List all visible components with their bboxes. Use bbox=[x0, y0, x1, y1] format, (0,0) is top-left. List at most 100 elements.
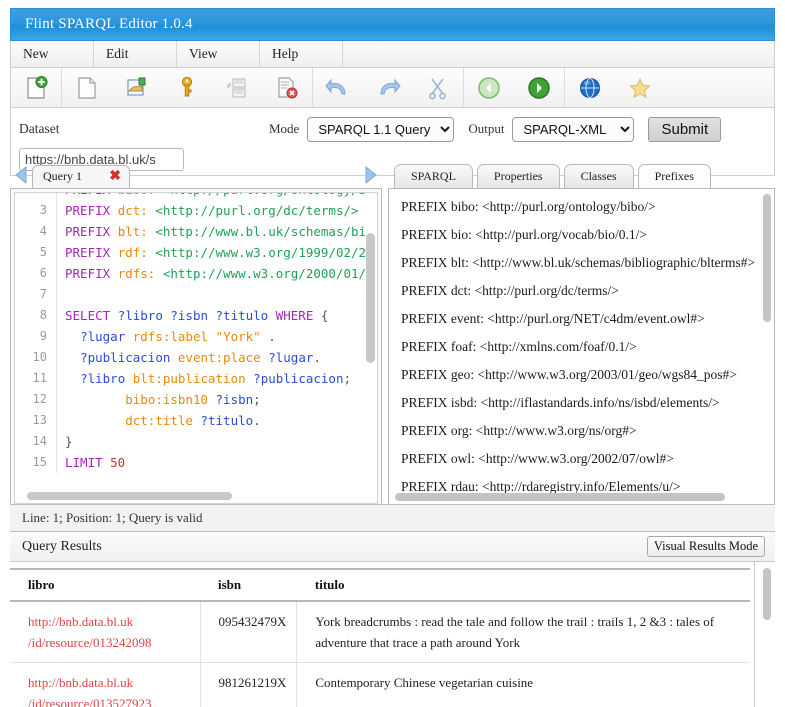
code-token: ?lugar bbox=[80, 329, 133, 344]
code-line-text[interactable]: PREFIX rdfs: <http://www.w3.org/2000/01/ bbox=[57, 263, 366, 284]
query-tab-label: Query 1 bbox=[43, 169, 82, 184]
code-token: PREFIX bbox=[65, 245, 118, 260]
dataset-label: Dataset bbox=[19, 121, 269, 137]
line-number: 13 bbox=[15, 410, 57, 431]
close-icon[interactable]: ✖ bbox=[109, 170, 121, 184]
code-token bbox=[65, 413, 125, 428]
code-token: event:place bbox=[178, 350, 268, 365]
results-table-head: libro isbn titulo bbox=[10, 569, 750, 601]
code-token: ?publicacion bbox=[80, 350, 178, 365]
code-line-text[interactable]: dct:title ?titulo. bbox=[57, 410, 261, 431]
forward-arrow-icon[interactable] bbox=[514, 69, 564, 107]
code-line: 15LIMIT 50 bbox=[15, 452, 377, 473]
delete-file-icon[interactable] bbox=[262, 69, 312, 107]
tab-prefixes[interactable]: Prefixes bbox=[638, 164, 711, 188]
code-token: ?lugar bbox=[268, 350, 313, 365]
undo-icon[interactable] bbox=[313, 69, 363, 107]
code-token: blt:publication bbox=[133, 371, 253, 386]
back-arrow-icon[interactable] bbox=[464, 69, 514, 107]
submit-button[interactable]: Submit bbox=[648, 117, 721, 142]
code-lines: 2PREFIX bibo: <http://purl.org/ontology/… bbox=[15, 192, 377, 473]
code-line-text[interactable]: LIMIT 50 bbox=[57, 452, 125, 473]
code-token: . bbox=[253, 413, 261, 428]
save-icon[interactable] bbox=[212, 69, 262, 107]
resource-link-part1[interactable]: http://bnb.data.bl.uk bbox=[28, 672, 190, 693]
toolbar-group-web bbox=[565, 68, 665, 107]
results-right-divider bbox=[754, 562, 755, 707]
prefix-list-item[interactable]: PREFIX bibo: <http://purl.org/ontology/b… bbox=[389, 193, 772, 221]
column-header-titulo[interactable]: titulo bbox=[297, 569, 750, 601]
line-number: 9 bbox=[15, 326, 57, 347]
editor-horizontal-scrollbar[interactable] bbox=[27, 492, 232, 500]
prefix-list-item[interactable]: PREFIX bio: <http://purl.org/vocab/bio/0… bbox=[389, 221, 772, 249]
code-token: . bbox=[313, 350, 321, 365]
new-file-icon[interactable] bbox=[11, 69, 61, 107]
tabs-scroll-right-icon[interactable] bbox=[360, 162, 382, 188]
code-line-text[interactable]: } bbox=[57, 431, 73, 452]
cell-titulo: York breadcrumbs : read the tale and fol… bbox=[297, 601, 750, 663]
menu-item-new[interactable]: New bbox=[11, 41, 94, 67]
tabs-scroll-left-icon[interactable] bbox=[10, 162, 32, 188]
key-icon[interactable] bbox=[162, 69, 212, 107]
code-token: 50 bbox=[110, 455, 125, 470]
cell-isbn: 095432479X bbox=[200, 601, 297, 663]
line-number: 6 bbox=[15, 263, 57, 284]
code-token: ?titulo bbox=[200, 413, 253, 428]
code-line-text[interactable]: PREFIX dct: <http://purl.org/dc/terms/> bbox=[57, 200, 359, 221]
column-header-isbn[interactable]: isbn bbox=[200, 569, 297, 601]
prefixes-vertical-scrollbar[interactable] bbox=[763, 194, 771, 322]
open-folder-icon[interactable] bbox=[112, 69, 162, 107]
toolbar-group-edit bbox=[313, 68, 464, 107]
resource-link-part2[interactable]: /id/resource/013242098 bbox=[28, 632, 190, 653]
tab-classes[interactable]: Classes bbox=[564, 164, 634, 188]
tab-properties[interactable]: Properties bbox=[477, 164, 560, 188]
menu-item-edit[interactable]: Edit bbox=[94, 41, 177, 67]
redo-icon[interactable] bbox=[363, 69, 413, 107]
prefix-list-item[interactable]: PREFIX dct: <http://purl.org/dc/terms/> bbox=[389, 277, 772, 305]
resource-link-part1[interactable]: http://bnb.data.bl.uk bbox=[28, 611, 190, 632]
prefix-list-item[interactable]: PREFIX geo: <http://www.w3.org/2003/01/g… bbox=[389, 361, 772, 389]
tab-sparql[interactable]: SPARQL bbox=[394, 164, 473, 188]
code-token bbox=[65, 329, 80, 344]
menu-item-help[interactable]: Help bbox=[260, 41, 343, 67]
resource-link-part2[interactable]: /id/resource/013527923 bbox=[28, 693, 190, 707]
cell-isbn: 981261219X bbox=[200, 663, 297, 707]
code-line-text[interactable] bbox=[57, 284, 65, 305]
prefix-list-item[interactable]: PREFIX org: <http://www.w3.org/ns/org#> bbox=[389, 417, 772, 445]
query-tab-query-1[interactable]: Query 1 ✖ bbox=[32, 165, 130, 188]
code-line-text[interactable]: SELECT ?libro ?isbn ?titulo WHERE { bbox=[57, 305, 328, 326]
code-line-text[interactable]: PREFIX bibo: <http://purl.org/ontology/b bbox=[57, 192, 366, 200]
code-line-text[interactable]: ?publicacion event:place ?lugar. bbox=[57, 347, 321, 368]
code-line-text[interactable]: PREFIX rdf: <http://www.w3.org/1999/02/2 bbox=[57, 242, 366, 263]
toolbar-group-file-new bbox=[11, 68, 62, 107]
star-icon[interactable] bbox=[615, 69, 665, 107]
prefix-list-item[interactable]: PREFIX owl: <http://www.w3.org/2002/07/o… bbox=[389, 445, 772, 473]
mode-select[interactable]: SPARQL 1.1 Query bbox=[307, 117, 454, 142]
code-line: 7 bbox=[15, 284, 377, 305]
code-line: 6PREFIX rdfs: <http://www.w3.org/2000/01… bbox=[15, 263, 377, 284]
line-number: 3 bbox=[15, 200, 57, 221]
code-line-text[interactable]: PREFIX blt: <http://www.bl.uk/schemas/bi bbox=[57, 221, 366, 242]
line-number: 15 bbox=[15, 452, 57, 473]
output-select[interactable]: SPARQL-XML bbox=[512, 117, 634, 142]
blank-page-icon[interactable] bbox=[62, 69, 112, 107]
prefixes-horizontal-scrollbar[interactable] bbox=[395, 493, 725, 501]
menu-item-view[interactable]: View bbox=[177, 41, 260, 67]
results-vertical-scrollbar[interactable] bbox=[763, 568, 771, 620]
editor-vertical-scrollbar[interactable] bbox=[366, 233, 375, 363]
code-line-text[interactable]: ?libro blt:publication ?publicacion; bbox=[57, 368, 351, 389]
code-token: <http://www.w3.org/2000/01/ bbox=[163, 266, 366, 281]
code-line-text[interactable]: ?lugar rdfs:label "York" . bbox=[57, 326, 276, 347]
globe-icon[interactable] bbox=[565, 69, 615, 107]
code-token: ; bbox=[253, 392, 261, 407]
prefix-list-item[interactable]: PREFIX blt: <http://www.bl.uk/schemas/bi… bbox=[389, 249, 772, 277]
column-header-libro[interactable]: libro bbox=[10, 569, 200, 601]
scissors-icon[interactable] bbox=[413, 69, 463, 107]
visual-results-mode-button[interactable]: Visual Results Mode bbox=[647, 536, 765, 557]
prefix-list-item[interactable]: PREFIX event: <http://purl.org/NET/c4dm/… bbox=[389, 305, 772, 333]
code-editor[interactable]: 2PREFIX bibo: <http://purl.org/ontology/… bbox=[14, 192, 378, 504]
prefix-list-item[interactable]: PREFIX foaf: <http://xmlns.com/foaf/0.1/… bbox=[389, 333, 772, 361]
line-number: 2 bbox=[15, 192, 57, 200]
prefix-list-item[interactable]: PREFIX isbd: <http://iflastandards.info/… bbox=[389, 389, 772, 417]
code-line-text[interactable]: bibo:isbn10 ?isbn; bbox=[57, 389, 261, 410]
